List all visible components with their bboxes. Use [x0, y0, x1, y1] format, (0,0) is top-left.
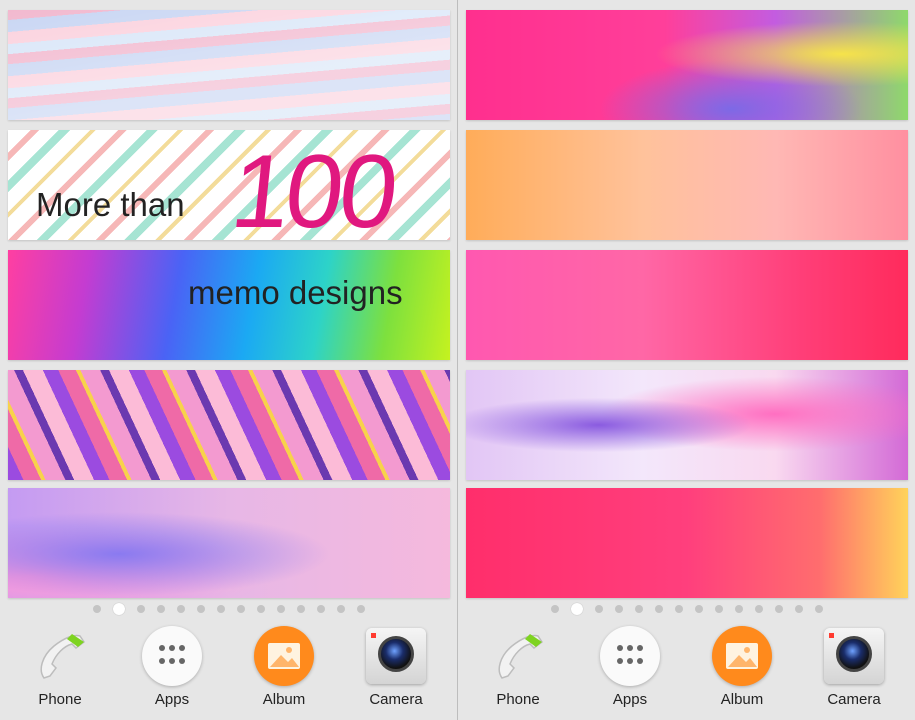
dock-app-camera[interactable]: Camera — [804, 616, 904, 720]
dock-app-label: Phone — [496, 691, 540, 708]
page-indicator — [0, 602, 457, 616]
apps-grid-icon — [600, 626, 660, 686]
page-dot[interactable] — [296, 605, 305, 613]
camera-icon — [824, 626, 884, 686]
page-dot[interactable] — [614, 605, 623, 613]
page-dot[interactable] — [734, 605, 743, 613]
dock-app-phone[interactable]: Phone — [468, 616, 568, 720]
page-dot[interactable] — [814, 605, 823, 613]
app-dock: Phone Apps Album Camera — [0, 616, 457, 720]
homescreen-left: More than 100 memo designs Phone Apps Al… — [0, 0, 457, 720]
dock-app-label: Apps — [612, 691, 648, 708]
memo-widget[interactable] — [8, 370, 450, 480]
dock-app-phone[interactable]: Phone — [10, 616, 110, 720]
dock-app-album[interactable]: Album — [234, 616, 334, 720]
homescreen-right: Phone Apps Album Camera — [458, 0, 915, 720]
apps-grid-icon — [142, 626, 202, 686]
phone-icon — [40, 634, 86, 679]
page-dot-active[interactable] — [112, 603, 125, 615]
page-dot[interactable] — [674, 605, 683, 613]
dual-homescreen: More than 100 memo designs Phone Apps Al… — [0, 0, 915, 720]
dock-app-apps[interactable]: Apps — [580, 616, 680, 720]
page-dot[interactable] — [550, 605, 559, 613]
page-dot[interactable] — [196, 605, 205, 613]
dock-app-label: Apps — [154, 691, 190, 708]
promo-text-memo-designs: memo designs — [188, 274, 403, 311]
page-dot[interactable] — [694, 605, 703, 613]
page-dot[interactable] — [256, 605, 265, 613]
memo-widget[interactable] — [466, 250, 908, 360]
page-dot[interactable] — [236, 605, 245, 613]
page-dot[interactable] — [276, 605, 285, 613]
memo-widget[interactable] — [8, 10, 450, 120]
promo-text-more-than: More than — [36, 186, 185, 223]
memo-widget[interactable] — [466, 370, 908, 480]
page-dot[interactable] — [156, 605, 165, 613]
page-dot-active[interactable] — [570, 603, 583, 615]
dock-app-label: Album — [262, 691, 306, 708]
dock-app-camera[interactable]: Camera — [346, 616, 446, 720]
page-dot[interactable] — [594, 605, 603, 613]
dock-app-label: Camera — [369, 691, 423, 708]
memo-widget[interactable] — [466, 488, 908, 598]
dock-app-apps[interactable]: Apps — [122, 616, 222, 720]
album-icon — [712, 626, 772, 686]
app-dock: Phone Apps Album Camera — [458, 616, 915, 720]
page-dot[interactable] — [356, 605, 365, 613]
dock-app-label: Phone — [38, 691, 82, 708]
dock-app-album[interactable]: Album — [692, 616, 792, 720]
dock-app-label: Album — [720, 691, 764, 708]
page-dot[interactable] — [714, 605, 723, 613]
camera-icon — [366, 626, 426, 686]
page-dot[interactable] — [754, 605, 763, 613]
page-indicator — [458, 602, 915, 616]
album-icon — [254, 626, 314, 686]
promo-number: 100 — [225, 134, 400, 250]
page-dot[interactable] — [176, 605, 185, 613]
page-dot[interactable] — [774, 605, 783, 613]
memo-widget[interactable] — [466, 130, 908, 240]
page-dot[interactable] — [794, 605, 803, 613]
page-dot[interactable] — [336, 605, 345, 613]
page-dot[interactable] — [92, 605, 101, 613]
phone-icon — [498, 634, 544, 679]
page-dot[interactable] — [316, 605, 325, 613]
page-dot[interactable] — [634, 605, 643, 613]
page-dot[interactable] — [216, 605, 225, 613]
memo-widget[interactable] — [466, 10, 908, 120]
page-dot[interactable] — [654, 605, 663, 613]
page-dot[interactable] — [136, 605, 145, 613]
dock-app-label: Camera — [827, 691, 881, 708]
memo-widget[interactable] — [8, 488, 450, 598]
